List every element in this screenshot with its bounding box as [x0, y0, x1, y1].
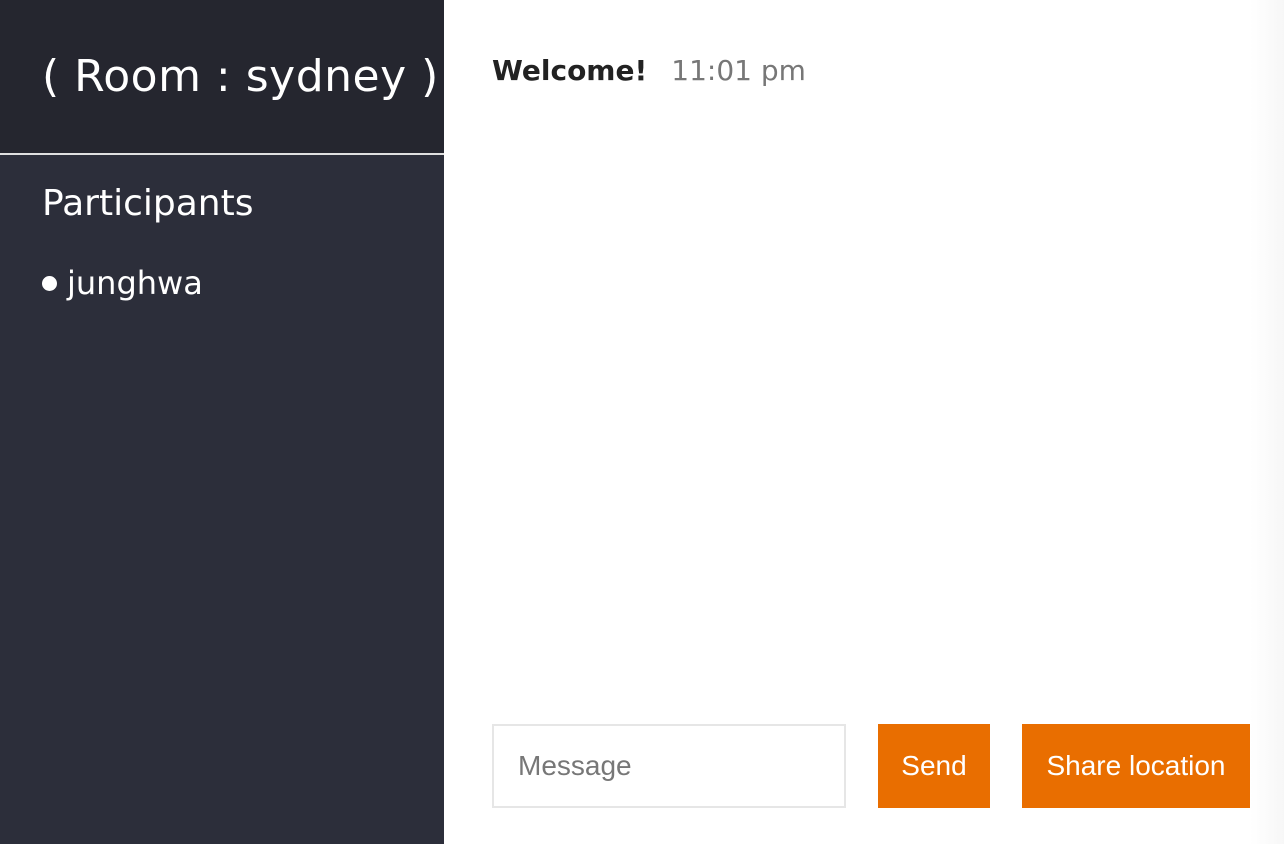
message-input[interactable] [492, 724, 846, 808]
chat-app: ( Room : sydney ) Participants junghwa W… [0, 0, 1284, 844]
room-title: ( Room : sydney ) [42, 51, 439, 102]
message-list[interactable]: Welcome! 11:01 pm [492, 54, 1250, 87]
participant-name: junghwa [67, 264, 203, 302]
participant-item: junghwa [42, 264, 444, 302]
message-meta: Welcome! 11:01 pm [492, 54, 1250, 87]
share-location-button[interactable]: Share location [1022, 724, 1250, 808]
message-username: Welcome! [492, 54, 648, 87]
message-form: Send Share location [492, 724, 1250, 808]
bullet-icon [42, 275, 57, 291]
sidebar: ( Room : sydney ) Participants junghwa [0, 0, 444, 844]
chat-main: Welcome! 11:01 pm Send Share location [444, 0, 1284, 844]
message-timestamp: 11:01 pm [671, 54, 806, 87]
participants-list: junghwa [42, 264, 444, 302]
send-button[interactable]: Send [878, 724, 990, 808]
message-item: Welcome! 11:01 pm [492, 54, 1250, 87]
participants-heading: Participants [42, 183, 254, 224]
room-header: ( Room : sydney ) [0, 0, 444, 155]
